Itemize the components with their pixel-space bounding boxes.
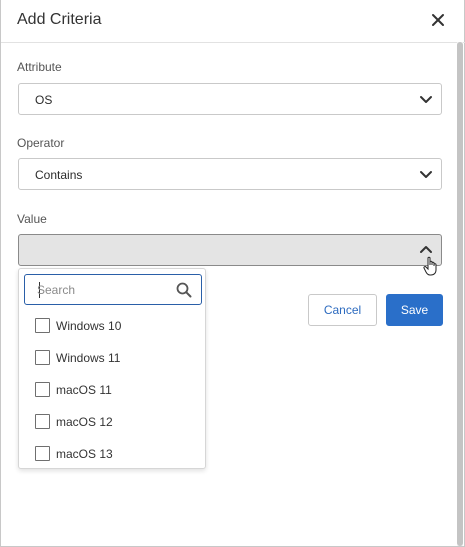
dialog-header: Add Criteria: [1, 0, 465, 43]
search-input[interactable]: [37, 281, 167, 299]
search-box[interactable]: [24, 274, 202, 305]
attribute-select[interactable]: OS: [18, 83, 442, 115]
add-criteria-dialog: Add Criteria Attribute OS Operator Conta…: [0, 0, 465, 547]
scrollbar-thumb[interactable]: [457, 42, 463, 546]
option-label: Windows 10: [56, 319, 122, 333]
chevron-down-icon: [420, 96, 432, 103]
hand-cursor-icon: [423, 256, 437, 276]
attribute-select-value: OS: [35, 93, 53, 107]
close-button[interactable]: [429, 11, 447, 29]
option-label: macOS 12: [56, 415, 113, 429]
value-dropdown-menu: Windows 10 Windows 11 macOS 11 macOS 12 …: [18, 268, 206, 469]
option-label: Windows 11: [56, 351, 121, 365]
checkbox[interactable]: [35, 350, 50, 365]
close-icon: [432, 14, 444, 26]
option-macos-12[interactable]: macOS 12: [35, 412, 195, 432]
option-label: macOS 11: [56, 383, 112, 397]
checkbox[interactable]: [35, 318, 50, 333]
checkbox[interactable]: [35, 446, 50, 461]
chevron-up-icon: [420, 246, 432, 253]
value-label: Value: [17, 212, 47, 226]
option-windows-11[interactable]: Windows 11: [35, 348, 195, 368]
dialog-title: Add Criteria: [17, 11, 102, 28]
search-icon: [176, 282, 192, 298]
cancel-button[interactable]: Cancel: [308, 294, 377, 326]
option-macos-13[interactable]: macOS 13: [35, 444, 195, 464]
attribute-label: Attribute: [17, 60, 62, 74]
chevron-down-icon: [420, 171, 432, 178]
value-select[interactable]: [18, 234, 442, 266]
operator-label: Operator: [17, 136, 65, 150]
checkbox[interactable]: [35, 414, 50, 429]
option-label: macOS 13: [56, 447, 113, 461]
option-macos-11[interactable]: macOS 11: [35, 380, 195, 400]
checkbox[interactable]: [35, 382, 50, 397]
option-windows-10[interactable]: Windows 10: [35, 316, 195, 336]
scrollbar[interactable]: [457, 42, 463, 546]
operator-select[interactable]: Contains: [18, 158, 442, 190]
operator-select-value: Contains: [35, 168, 83, 182]
save-button[interactable]: Save: [386, 294, 443, 326]
